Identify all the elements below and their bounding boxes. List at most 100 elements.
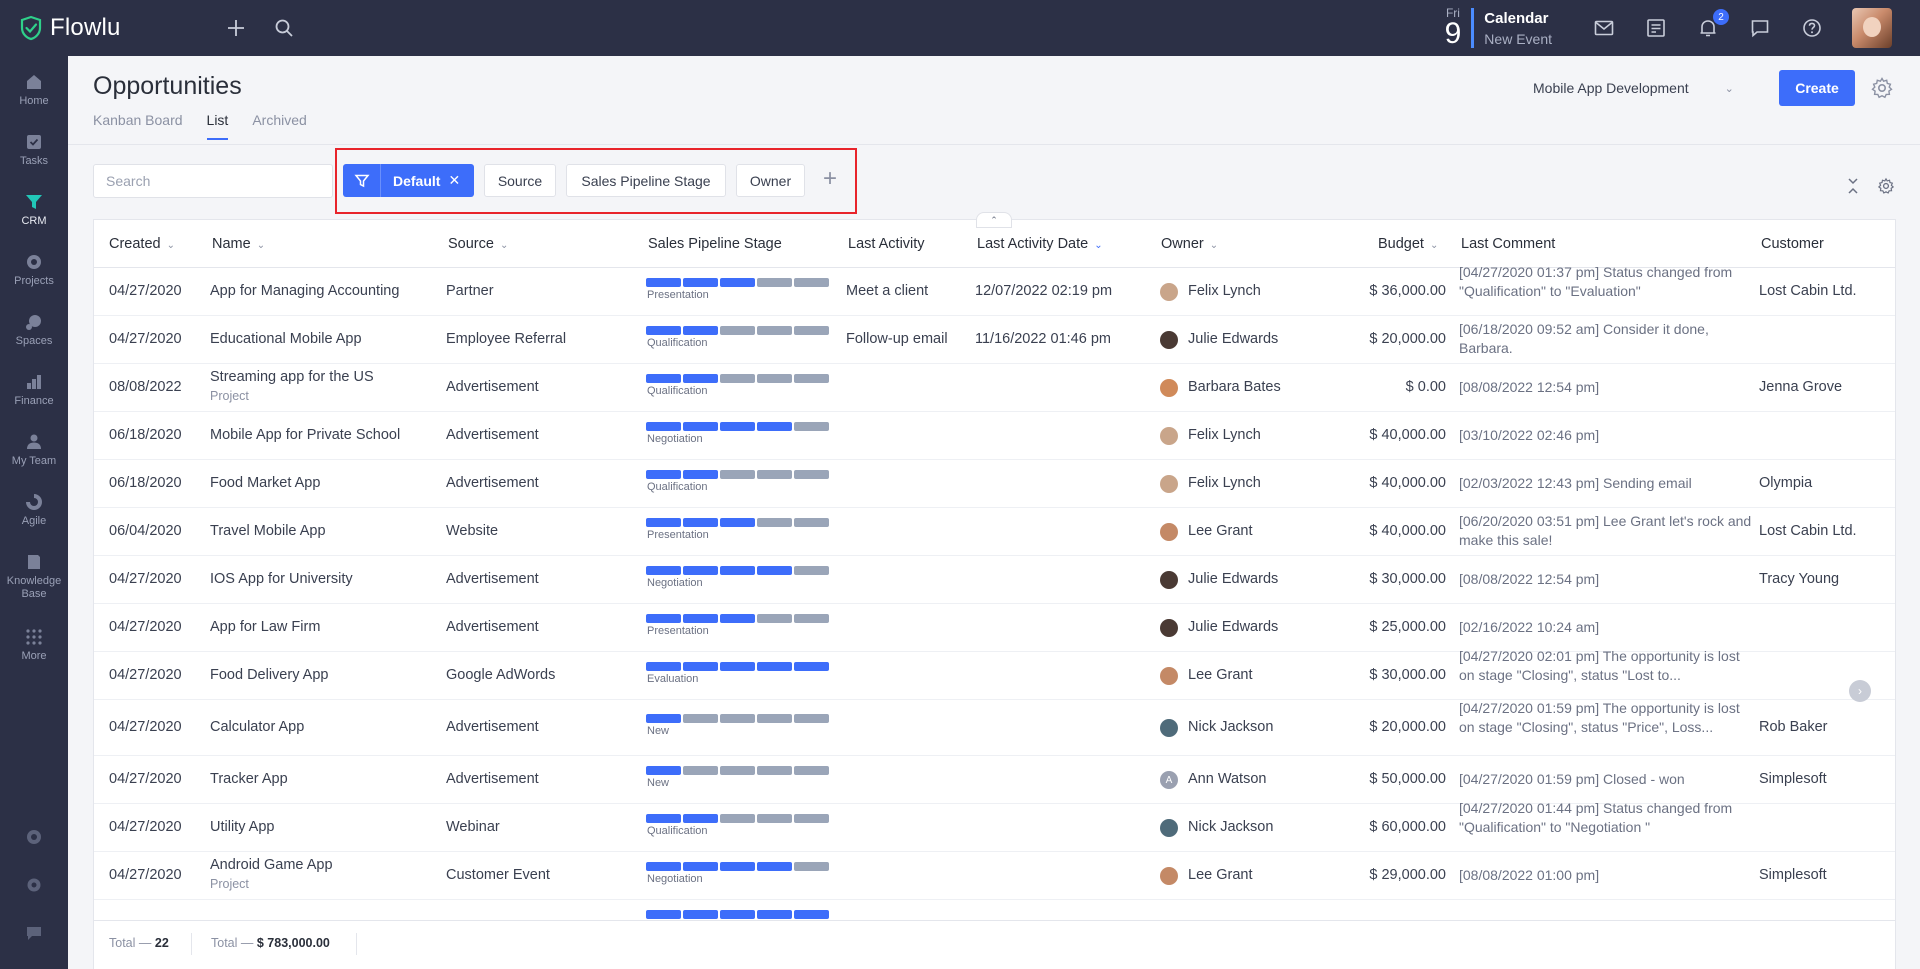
opportunity-name-link[interactable]: Utility App [210,819,274,835]
filter-default-chip[interactable]: Default ✕ [343,164,474,197]
pipeline-stage-bar[interactable] [646,614,831,623]
owner-name-link[interactable]: Julie Edwards [1188,619,1278,635]
help-icon[interactable] [1799,15,1825,41]
table-row[interactable]: 04/27/2020 App for Law Firm Advertisement P… [94,604,1895,652]
owner-name-link[interactable]: Barbara Bates [1188,379,1281,395]
collapse-filters-toggle[interactable]: ⌃ [976,212,1012,228]
opportunity-name-link[interactable]: Calculator App [210,719,304,735]
column-header-budget[interactable]: Budget ⌄ [1378,236,1438,252]
tab-archived[interactable]: Archived [252,112,306,140]
tab-list[interactable]: List [206,112,229,140]
feedback-icon[interactable] [0,922,68,944]
owner-name-link[interactable]: Julie Edwards [1188,331,1278,347]
sidebar-item-agile[interactable]: Agile [0,491,68,528]
pipeline-stage-bar[interactable] [646,814,831,823]
add-filter-icon[interactable]: + [818,167,842,192]
customer-name-link[interactable]: Simplesoft [1759,771,1827,787]
chat-icon[interactable] [1747,15,1773,41]
table-row[interactable]: 04/27/2020 Tracker App Advertisement New A An… [94,756,1895,804]
calendar-date[interactable]: Fri 9 [1445,7,1462,49]
table-row[interactable]: 04/27/2020 Educational Mobile App Employee… [94,316,1895,364]
owner-name-link[interactable]: Lee Grant [1188,523,1253,539]
pipeline-select[interactable]: Mobile App Development ⌄ [1533,80,1734,96]
pipeline-stage-bar[interactable] [646,422,831,431]
customer-name-link[interactable]: Simplesoft [1759,867,1827,883]
pipeline-stage-bar[interactable] [646,714,831,723]
notes-icon[interactable] [1643,15,1669,41]
search-input[interactable] [93,164,333,198]
column-header-last-comment[interactable]: Last Comment [1461,236,1555,252]
sidebar-item-tasks[interactable]: Tasks [0,131,68,168]
owner-name-link[interactable]: Felix Lynch [1188,427,1261,443]
opportunity-name-link[interactable]: App for Managing Accounting [210,283,399,299]
support-icon[interactable] [0,826,68,848]
pipeline-stage-bar[interactable] [646,662,831,671]
table-row[interactable]: 04/27/2020 Utility App Webinar Qualificatio… [94,800,1895,852]
opportunity-name-link[interactable]: Food Delivery App [210,667,328,683]
sidebar-item-home[interactable]: Home [0,71,68,108]
table-row[interactable]: 04/27/2020 IOS App for University Advertis… [94,556,1895,604]
opportunity-name-link[interactable]: Tracker App [210,771,288,787]
filter-chip-sales-pipeline-stage[interactable]: Sales Pipeline Stage [566,164,726,197]
user-avatar[interactable] [1852,8,1892,48]
table-row[interactable]: 06/04/2020 Travel Mobile App Website Presen… [94,508,1895,556]
sidebar-item-finance[interactable]: Finance [0,371,68,408]
filter-icon[interactable] [343,164,381,197]
gear-icon[interactable] [1870,76,1894,100]
sidebar-item-knowledge-base[interactable]: Knowledge Base [0,551,68,601]
column-header-created[interactable]: Created ⌄ [109,236,175,252]
owner-name-link[interactable]: Felix Lynch [1188,283,1261,299]
calendar-new-event-link[interactable]: New Event [1484,31,1552,47]
pipeline-stage-bar[interactable] [646,518,831,527]
sidebar-item-spaces[interactable]: Spaces [0,311,68,348]
owner-name-link[interactable]: Felix Lynch [1188,475,1261,491]
table-row[interactable]: 06/18/2020 Food Market App Advertisement Qu… [94,460,1895,508]
pipeline-stage-bar[interactable] [646,470,831,479]
table-row[interactable]: 08/08/2022 Streaming app for the US Projec… [94,364,1895,412]
customer-name-link[interactable]: Olympia [1759,475,1812,491]
app-logo[interactable]: Flowlu [18,14,208,42]
customer-name-link[interactable]: Lost Cabin Ltd. [1759,283,1857,299]
pipeline-stage-bar[interactable] [646,910,831,919]
create-button[interactable]: Create [1779,70,1855,106]
mail-icon[interactable] [1591,15,1617,41]
sidebar-item-projects[interactable]: Projects [0,251,68,288]
filter-chip-source[interactable]: Source [484,164,556,197]
opportunity-name-link[interactable]: Travel Mobile App [210,523,326,539]
customer-name-link[interactable]: Tracy Young [1759,571,1839,587]
add-icon[interactable] [222,14,250,42]
opportunity-name-link[interactable]: Food Market App [210,475,320,491]
column-header-last-activity-date[interactable]: Last Activity Date ⌄ [977,236,1103,252]
table-row[interactable]: 04/27/2020 App for Managing Accounting Par… [94,264,1895,316]
customer-name-link[interactable]: Jenna Grove [1759,379,1842,395]
calendar-widget[interactable]: Calendar New Event [1484,10,1552,47]
column-header-sales-pipeline-stage[interactable]: Sales Pipeline Stage [648,236,782,252]
owner-name-link[interactable]: Nick Jackson [1188,719,1273,735]
pipeline-stage-bar[interactable] [646,278,831,287]
table-row[interactable]: 06/18/2020 Mobile App for Private School A… [94,412,1895,460]
filter-chip-owner[interactable]: Owner [736,164,805,197]
pipeline-stage-bar[interactable] [646,566,831,575]
owner-name-link[interactable]: Lee Grant [1188,667,1253,683]
customer-name-link[interactable]: Lost Cabin Ltd. [1759,523,1857,539]
tab-kanban-board[interactable]: Kanban Board [93,112,183,140]
table-row[interactable]: 04/27/2020 Android Game App Project Custome… [94,852,1895,900]
pipeline-stage-bar[interactable] [646,862,831,871]
collapse-icon[interactable] [1844,176,1862,196]
search-icon[interactable] [270,14,298,42]
opportunity-name-link[interactable]: Android Game App [210,857,333,873]
sidebar-item-more[interactable]: More [0,626,68,663]
table-row[interactable]: 04/27/2020 Food Delivery App Google AdWord… [94,648,1895,700]
table-row[interactable]: 04/27/2020 Calculator App Advertisement New… [94,700,1895,756]
column-header-name[interactable]: Name ⌄ [212,236,265,252]
opportunity-name-link[interactable]: Mobile App for Private School [210,427,400,443]
pipeline-stage-bar[interactable] [646,326,831,335]
column-header-owner[interactable]: Owner ⌄ [1161,236,1218,252]
bell-icon[interactable]: 2 [1695,9,1729,41]
owner-name-link[interactable]: Lee Grant [1188,867,1253,883]
column-header-source[interactable]: Source ⌄ [448,236,508,252]
settings-icon[interactable] [0,874,68,896]
pipeline-stage-bar[interactable] [646,766,831,775]
column-header-customer[interactable]: Customer [1761,236,1824,252]
opportunity-name-link[interactable]: Streaming app for the US [210,369,374,385]
